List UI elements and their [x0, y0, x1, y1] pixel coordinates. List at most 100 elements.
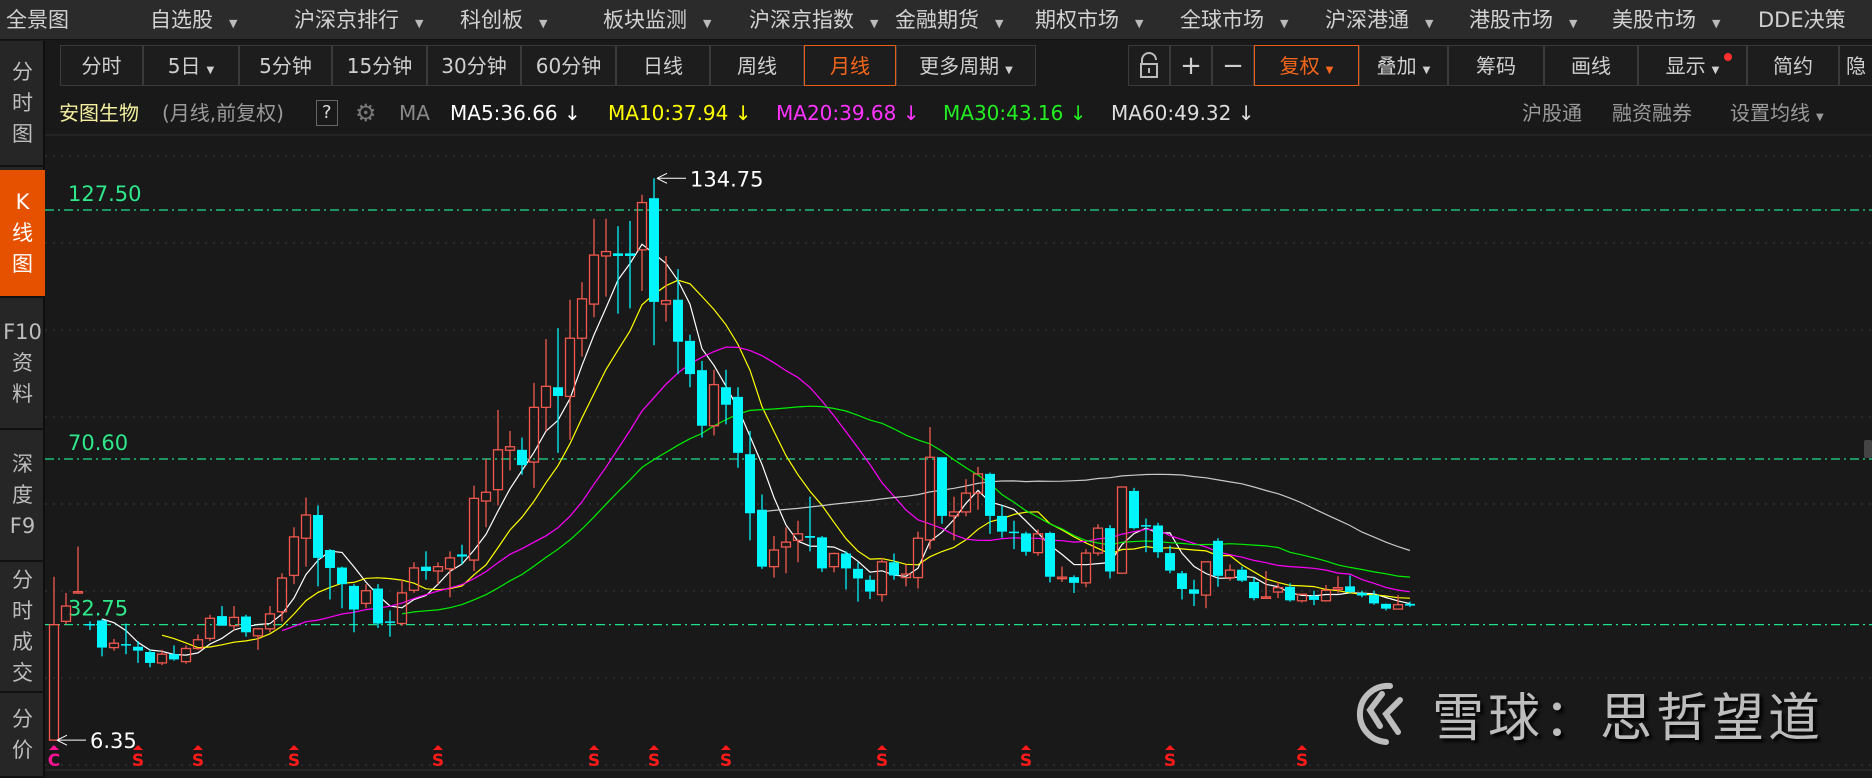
down-arrow-icon: ↓ [1237, 101, 1255, 125]
candle-body [349, 585, 359, 610]
menu-item-2[interactable]: 沪深京排行 ▼ [294, 0, 423, 40]
chevron-down-icon: ▼ [206, 65, 215, 76]
candle-body [1357, 592, 1367, 596]
candle [217, 606, 227, 626]
reference-line-label: 127.50 [68, 182, 141, 206]
sidebar-tab-1[interactable]: K 线 图 [0, 170, 45, 298]
candle [780, 527, 792, 574]
candle-body [325, 550, 335, 568]
menu-item-9[interactable]: 沪深港通 ▼ [1325, 0, 1433, 40]
period-tab-7[interactable]: 周线 [710, 45, 804, 86]
chevron-down-icon: ▼ [1422, 65, 1431, 76]
overlay-label: 叠加 [1376, 54, 1417, 78]
sidebar-tab-label: K 线 图 [12, 189, 33, 276]
lock-button[interactable] [1128, 45, 1170, 86]
zoom-in-button[interactable]: + [1170, 45, 1212, 86]
ma30-text: MA30:43.16 [943, 101, 1064, 125]
candle [1165, 545, 1175, 574]
zoom-out-button[interactable]: − [1212, 45, 1254, 86]
settings-gear-icon[interactable]: ⚙ [355, 94, 377, 132]
candle-body [1332, 587, 1344, 591]
sidebar-tab-3[interactable]: 深 度 F9 [0, 430, 45, 562]
candle [937, 457, 947, 524]
sidebar-tab-2[interactable]: F10 资 料 [0, 298, 45, 430]
candle-body [504, 446, 516, 451]
help-button[interactable]: ? [316, 100, 338, 126]
candle-body [121, 644, 131, 646]
menu-item-12[interactable]: DDE决策 [1758, 0, 1846, 40]
display-dropdown[interactable]: 显示 ▼ [1638, 45, 1747, 86]
hk-connect-link[interactable]: 沪股通 [1522, 94, 1582, 132]
period-tab-label: 5分钟 [259, 54, 312, 78]
event-marker: S [648, 751, 660, 771]
period-tab-5[interactable]: 60分钟 [521, 45, 616, 86]
period-tab-2[interactable]: 5分钟 [239, 45, 332, 86]
candle [72, 546, 84, 594]
marker-caret-icon [49, 745, 59, 750]
stock-name: 安图生物 [59, 101, 139, 125]
sidebar-tab-0[interactable]: 分 时 图 [0, 41, 45, 167]
candle-body [564, 337, 576, 398]
scroll-handle[interactable] [1864, 440, 1872, 458]
hide-button[interactable]: 隐 [1839, 45, 1872, 86]
marker-caret-icon [877, 745, 887, 750]
candle-body [985, 473, 995, 516]
fuquan-dropdown[interactable]: 复权 ▼ [1254, 45, 1359, 86]
menu-item-4[interactable]: 板块监测 ▼ [603, 0, 711, 40]
menu-item-7[interactable]: 期权市场 ▼ [1035, 0, 1143, 40]
menu-item-10[interactable]: 港股市场 ▼ [1469, 0, 1577, 40]
menu-item-3[interactable]: 科创板 ▼ [460, 0, 547, 40]
candle-body [1285, 586, 1295, 601]
candle-body [805, 536, 815, 538]
period-tab-0[interactable]: 分时 [60, 45, 143, 86]
menu-item-11[interactable]: 美股市场 ▼ [1612, 0, 1720, 40]
period-tab-4[interactable]: 30分钟 [427, 45, 521, 86]
period-tab-label: 15分钟 [346, 54, 413, 78]
set-ma-dropdown[interactable]: 设置均线 ▼ [1730, 94, 1824, 137]
candle-body [217, 616, 227, 626]
candle-body [600, 250, 612, 257]
overlay-dropdown[interactable]: 叠加 ▼ [1359, 45, 1448, 86]
candle-body [733, 396, 743, 453]
high-price-label: 134.75 [690, 167, 763, 191]
chips-button[interactable]: 筹码 [1448, 45, 1544, 86]
candle [805, 496, 815, 552]
period-tab-6[interactable]: 日线 [616, 45, 710, 86]
period-tab-label: 日线 [643, 54, 683, 78]
candle-body [685, 340, 695, 375]
candle-body [673, 299, 683, 342]
menu-item-label: 美股市场 [1612, 8, 1696, 32]
margin-trading-link[interactable]: 融资融券 [1612, 94, 1692, 132]
candle-body [889, 562, 899, 576]
sidebar-tab-4[interactable]: 分 时 成 交 [0, 562, 45, 693]
period-tab-1[interactable]: 5日 ▼ [143, 45, 239, 86]
candle [1045, 531, 1055, 583]
chevron-down-icon: ▼ [1135, 17, 1144, 30]
xueqiu-logo-icon [1357, 682, 1403, 745]
ma5-line [101, 243, 1411, 656]
chevron-down-icon: ▼ [415, 17, 424, 30]
menu-item-0[interactable]: 全景图 [6, 0, 69, 40]
candle-body [757, 509, 767, 567]
period-tab-9[interactable]: 更多周期 ▼ [896, 45, 1036, 86]
simple-mode-button[interactable]: 简约 [1747, 45, 1839, 86]
menu-item-8[interactable]: 全球市场 ▼ [1180, 0, 1288, 40]
candle [480, 459, 492, 528]
menu-item-6[interactable]: 金融期货 ▼ [895, 0, 1003, 40]
candle-body [480, 491, 492, 502]
candle-body [828, 552, 840, 568]
top-menu-bar: 全景图 自选股 ▼ 沪深京排行 ▼ 科创板 ▼ 板块监测 ▼ 沪深京指数 ▼ 金融期货 ▼ 期权市场 ▼ 全球… [0, 0, 1872, 40]
menu-item-5[interactable]: 沪深京指数 ▼ [749, 0, 878, 40]
sidebar-tab-5[interactable]: 分 价 [0, 693, 45, 778]
period-tab-3[interactable]: 15分钟 [332, 45, 427, 86]
period-tab-label: 5日 [167, 54, 201, 78]
candle-body [300, 514, 312, 539]
menu-item-1[interactable]: 自选股 ▼ [150, 0, 237, 40]
candle-body [841, 553, 851, 569]
candle-body [313, 515, 323, 558]
candle [528, 382, 540, 488]
draw-line-button[interactable]: 画线 [1544, 45, 1638, 86]
sidebar-tab-label: 深 度 F9 [9, 451, 36, 538]
candle-body [108, 642, 120, 649]
period-tab-8[interactable]: 月线 [804, 45, 896, 86]
